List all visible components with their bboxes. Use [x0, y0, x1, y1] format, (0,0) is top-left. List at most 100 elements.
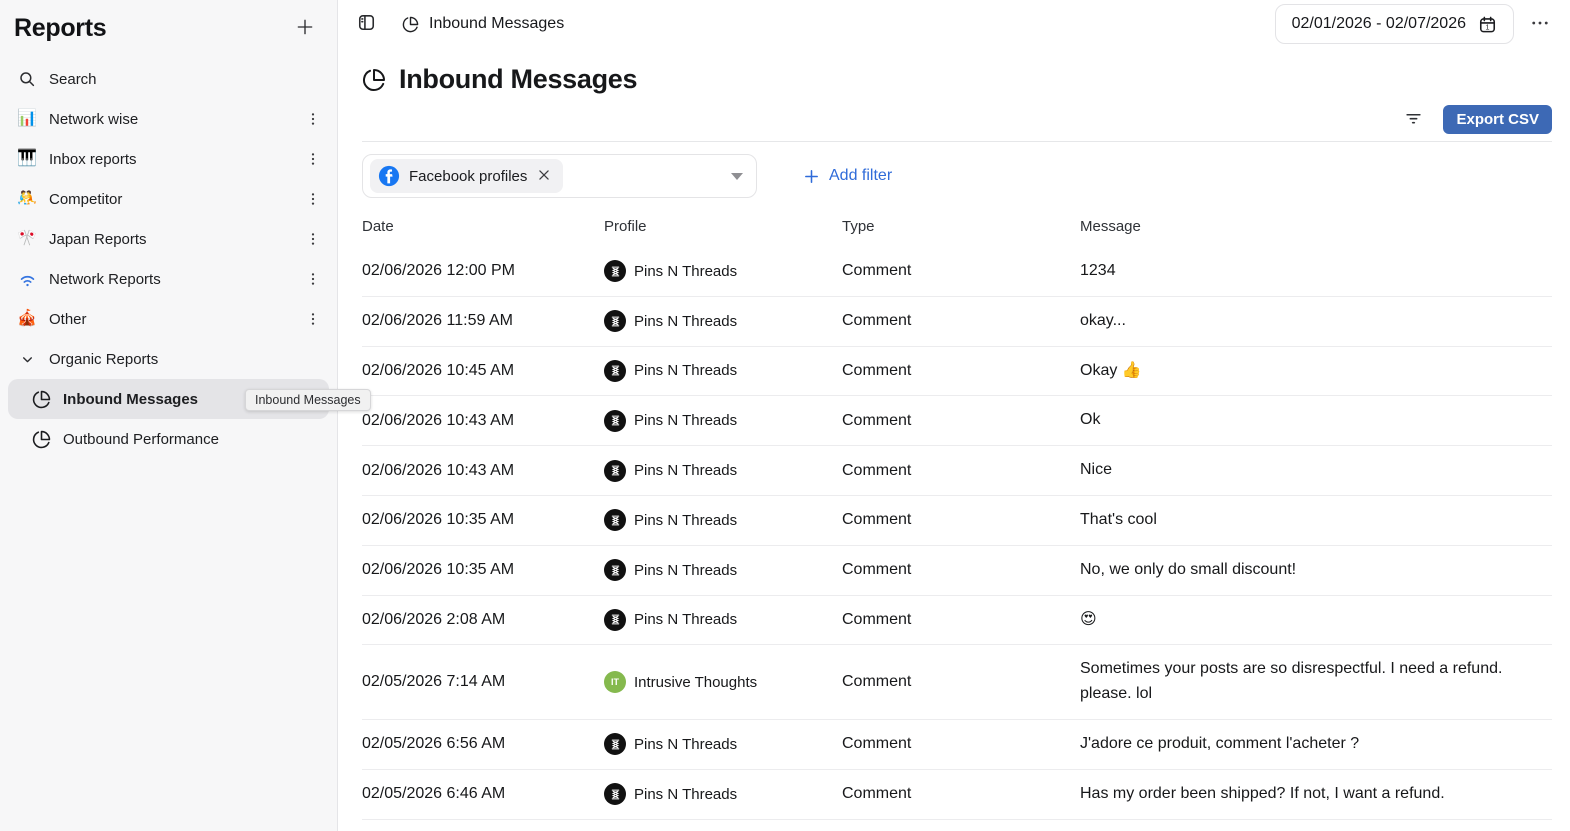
kebab-menu-icon[interactable] [301, 269, 325, 289]
cell-message: Sometimes your posts are so disrespectfu… [1080, 660, 1503, 703]
sidebar-group-organic-reports[interactable]: Organic Reports [0, 339, 337, 379]
breadcrumb: Inbound Messages [429, 15, 565, 32]
remove-filter-button[interactable] [536, 167, 552, 186]
profile-name: Pins N Threads [634, 611, 738, 629]
profile-avatar: IT [604, 671, 626, 694]
table-row: 02/06/2026 12:00 PM Pins N Threads Comme… [362, 247, 1552, 297]
chip-label: Facebook profiles [409, 167, 528, 185]
cell-type: Comment [842, 644, 1080, 720]
table-row: 02/06/2026 11:59 AM Pins N Threads Comme… [362, 296, 1552, 347]
page-title: Inbound Messages [399, 64, 638, 94]
pie-chart-icon [402, 16, 419, 33]
page-head: Inbound Messages [362, 64, 1552, 95]
kebab-menu-icon[interactable] [301, 189, 325, 209]
crossed-flags-emoji-icon: 🎌 [17, 230, 37, 247]
plus-icon [295, 17, 315, 40]
profile-cell: Pins N Threads [604, 733, 842, 756]
sidebar-group-label: Organic Reports [49, 350, 159, 368]
profile-avatar [604, 310, 626, 333]
cell-type: Comment [842, 545, 1080, 596]
profile-name: Pins N Threads [634, 262, 738, 280]
cell-type: Comment [842, 495, 1080, 546]
profile-avatar [604, 459, 626, 482]
column-header-profile: Profile [604, 218, 647, 235]
toggle-sidebar-button[interactable] [355, 11, 378, 37]
table-row: 02/06/2026 10:43 AM Pins N Threads Comme… [362, 445, 1552, 496]
profile-cell: Pins N Threads [604, 459, 842, 482]
profile-name: Pins N Threads [634, 412, 738, 430]
cell-message: Okay 👍 [1080, 361, 1142, 379]
pie-chart-icon [30, 430, 52, 449]
topbar: Inbound Messages 02/01/2026 - 02/07/2026… [338, 0, 1570, 48]
cell-type: Comment [842, 769, 1080, 820]
cell-date: 02/06/2026 11:59 AM [362, 296, 604, 347]
date-range-picker[interactable]: 02/01/2026 - 02/07/2026 1 [1274, 4, 1514, 44]
sidebar-title: Reports [14, 14, 107, 42]
table-header-row: Date Profile Type Message [362, 212, 1552, 247]
cell-type: Comment [842, 445, 1080, 496]
column-header-type: Type [842, 218, 875, 235]
profile-name: Pins N Threads [634, 785, 738, 803]
profile-cell: Pins N Threads [604, 260, 842, 283]
cell-date: 02/06/2026 12:00 PM [362, 247, 604, 297]
sidebar-item-search[interactable]: Search [0, 59, 337, 99]
filter-button[interactable] [1402, 106, 1425, 132]
facebook-profiles-chip[interactable]: Facebook profiles [370, 159, 564, 193]
date-range-value: 02/01/2026 - 02/07/2026 [1291, 15, 1466, 32]
sidebar-nav: Search 📊 Network wise 🎹 Inbox reports 🤼 … [0, 59, 371, 459]
profile-avatar [604, 509, 626, 532]
sidebar-item-inbox-reports[interactable]: 🎹 Inbox reports [0, 139, 337, 179]
table-row: 02/05/2026 7:14 AM IT Intrusive Thoughts… [362, 644, 1552, 720]
more-options-button[interactable] [1528, 11, 1552, 38]
app-window: Reports Search 📊 Network wise 🎹 Inbox re… [0, 0, 1570, 831]
bar-chart-emoji-icon: 📊 [17, 110, 37, 127]
chevron-down-icon [16, 353, 38, 366]
kebab-menu-icon[interactable] [301, 309, 325, 329]
profile-name: Pins N Threads [634, 511, 738, 529]
profile-filter-select[interactable]: Facebook profiles [362, 154, 757, 198]
cell-message: Nice [1080, 461, 1113, 479]
sidebar-item-network-wise[interactable]: 📊 Network wise [0, 99, 337, 139]
sidebar-item-inbound-messages[interactable]: Inbound Messages Inbound Messages [8, 379, 371, 419]
pie-chart-icon [30, 390, 52, 409]
wrestlers-emoji-icon: 🤼 [17, 190, 37, 207]
add-filter-button[interactable]: Add filter [803, 167, 892, 185]
kebab-menu-icon[interactable] [301, 149, 325, 169]
profile-avatar [604, 783, 626, 806]
cell-type: Comment [842, 719, 1080, 770]
kebab-menu-icon[interactable] [301, 229, 325, 249]
cell-message: 1234 [1080, 262, 1116, 279]
search-icon [16, 70, 38, 88]
cell-date: 02/05/2026 6:56 AM [362, 719, 604, 770]
profile-cell: Pins N Threads [604, 409, 842, 432]
sidebar-item-competitor[interactable]: 🤼 Competitor [0, 179, 337, 219]
kebab-menu-icon[interactable] [301, 109, 325, 129]
sidebar-item-japan-reports[interactable]: 🎌 Japan Reports [0, 219, 337, 259]
table-row: 02/06/2026 10:45 AM Pins N Threads Comme… [362, 346, 1552, 397]
table-body: 02/06/2026 12:00 PM Pins N Threads Comme… [362, 247, 1552, 820]
table-row: 02/06/2026 10:35 AM Pins N Threads Comme… [362, 495, 1552, 546]
sidebar-item-other[interactable]: 🎪 Other [0, 299, 337, 339]
plus-icon [803, 168, 820, 185]
table-row: 02/05/2026 6:46 AM Pins N Threads Commen… [362, 769, 1552, 820]
sidebar-item-label: Outbound Performance [63, 430, 219, 448]
export-csv-button[interactable]: Export CSV [1443, 104, 1552, 134]
sidebar-item-network-reports[interactable]: Network Reports [0, 259, 337, 299]
filter-lines-icon [1404, 108, 1423, 130]
column-header-message: Message [1080, 218, 1141, 235]
sidebar-item-label: Network Reports [49, 270, 161, 288]
profile-avatar [604, 608, 626, 631]
dropdown-caret-icon [731, 172, 743, 180]
calendar-icon: 1 [1478, 15, 1497, 34]
add-report-button[interactable] [293, 15, 317, 42]
profile-avatar [604, 409, 626, 432]
main-area: Inbound Messages 02/01/2026 - 02/07/2026… [338, 0, 1570, 831]
circus-tent-emoji-icon: 🎪 [17, 310, 37, 327]
sidebar-item-label: Competitor [49, 190, 123, 208]
report-content: Inbound Messages Export CSV Facebook pro… [338, 48, 1570, 831]
profile-cell: Pins N Threads [604, 509, 842, 532]
profile-avatar [604, 359, 626, 382]
actions-row: Export CSV [362, 104, 1552, 134]
sidebar-item-outbound-performance[interactable]: Outbound Performance [8, 419, 329, 459]
cell-type: Comment [842, 346, 1080, 397]
